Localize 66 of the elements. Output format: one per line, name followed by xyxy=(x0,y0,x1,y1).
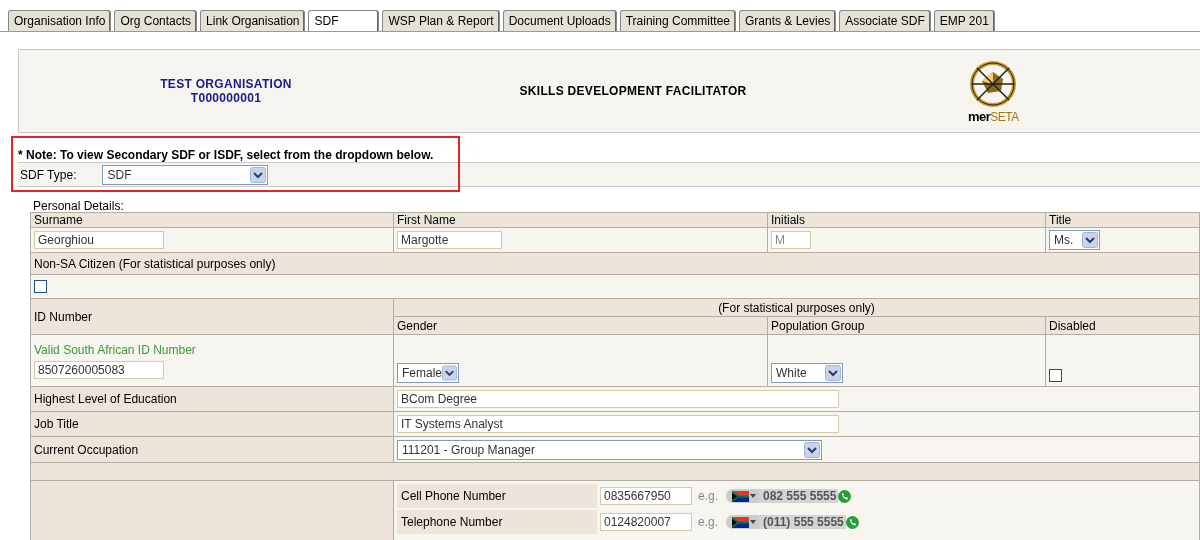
tab[interactable]: Link Organisation xyxy=(200,10,306,31)
tab[interactable]: EMP 201 xyxy=(933,10,995,31)
field-label: Job Title xyxy=(34,417,79,431)
column-label: Disabled xyxy=(1049,318,1096,333)
input-field[interactable]: Georghiou xyxy=(34,231,164,249)
example-number: 082 555 5555 xyxy=(759,489,839,503)
hint-text: e.g. xyxy=(698,489,718,503)
example-number: (011) 555 5555 xyxy=(759,515,846,529)
section-label: Personal Details: xyxy=(33,199,125,212)
occupation-dropdown[interactable]: 111201 - Group Manager xyxy=(397,439,822,460)
page-title: SKILLS DEVELOPMENT FACILITATOR xyxy=(518,84,748,98)
tab[interactable]: Grants & Levies xyxy=(739,10,837,31)
input-field[interactable]: 0835667950 xyxy=(600,487,692,505)
gender-dropdown[interactable]: Female xyxy=(397,363,459,383)
field-label: Highest Level of Education xyxy=(34,392,177,406)
column-label: Gender xyxy=(397,318,438,333)
phone-icon xyxy=(845,515,859,529)
checkbox[interactable] xyxy=(1049,369,1062,382)
organisation-code: T000000001 xyxy=(190,91,262,105)
field-label: ID Number xyxy=(34,309,92,324)
phone-icon xyxy=(838,489,852,503)
column-label: First Name xyxy=(397,213,456,227)
chevron-icon xyxy=(250,166,267,183)
country-picker[interactable] xyxy=(726,489,759,503)
input-field[interactable]: 0124820007 xyxy=(600,513,692,531)
field-label: Current Occupation xyxy=(34,442,139,457)
tab[interactable]: WSP Plan & Report xyxy=(382,10,500,31)
sdf-type-dropdown[interactable]: SDF xyxy=(102,164,269,185)
caret-icon xyxy=(750,520,756,524)
input-field[interactable]: 8507260005083 xyxy=(34,360,164,379)
wheel-logo-icon xyxy=(968,58,1019,109)
input-field[interactable]: BCom Degree xyxy=(397,390,839,408)
input-field[interactable]: Margotte xyxy=(397,231,502,249)
field-label: Non-SA Citizen (For statistical purposes only) xyxy=(34,256,276,271)
chevron-icon xyxy=(825,365,841,381)
tab[interactable]: SDF xyxy=(308,10,380,31)
validation-message: Valid South African ID Number xyxy=(34,342,197,357)
field-label: (For statistical purposes only) xyxy=(718,300,875,315)
tab[interactable]: Org Contacts xyxy=(114,10,198,31)
column-label: Surname xyxy=(34,213,83,227)
input-field[interactable]: IT Systems Analyst xyxy=(397,415,839,433)
column-label: Initials xyxy=(771,213,805,227)
chevron-icon xyxy=(804,441,820,458)
field-label: Telephone Number xyxy=(397,510,597,534)
organisation-name: TEST ORGANISATION xyxy=(160,77,292,91)
hint-text: e.g. xyxy=(698,515,718,529)
tab[interactable]: Organisation Info xyxy=(8,10,112,31)
caret-icon xyxy=(750,494,756,498)
input-field[interactable]: M xyxy=(771,231,811,249)
population-group-dropdown[interactable]: White xyxy=(771,363,843,383)
flag-icon xyxy=(732,516,749,528)
country-picker[interactable] xyxy=(726,515,759,529)
chevron-icon xyxy=(1082,232,1098,248)
field-label: SDF Type: xyxy=(20,167,77,182)
logo-wordmark: merSETA xyxy=(968,108,1019,124)
chevron-icon xyxy=(442,365,457,381)
column-label: Title xyxy=(1049,213,1072,227)
checkbox[interactable] xyxy=(34,280,47,293)
column-label: Population Group xyxy=(771,318,865,333)
flag-icon xyxy=(732,490,749,502)
note-text: * Note: To view Secondary SDF or ISDF, select from the dropdown below. xyxy=(18,148,435,162)
title-dropdown[interactable]: Ms. xyxy=(1049,230,1100,250)
field-label: Cell Phone Number xyxy=(397,484,597,508)
tab[interactable]: Training Committee xyxy=(619,10,736,31)
tab[interactable]: Associate SDF xyxy=(839,10,931,31)
tab[interactable]: Document Uploads xyxy=(502,10,617,31)
